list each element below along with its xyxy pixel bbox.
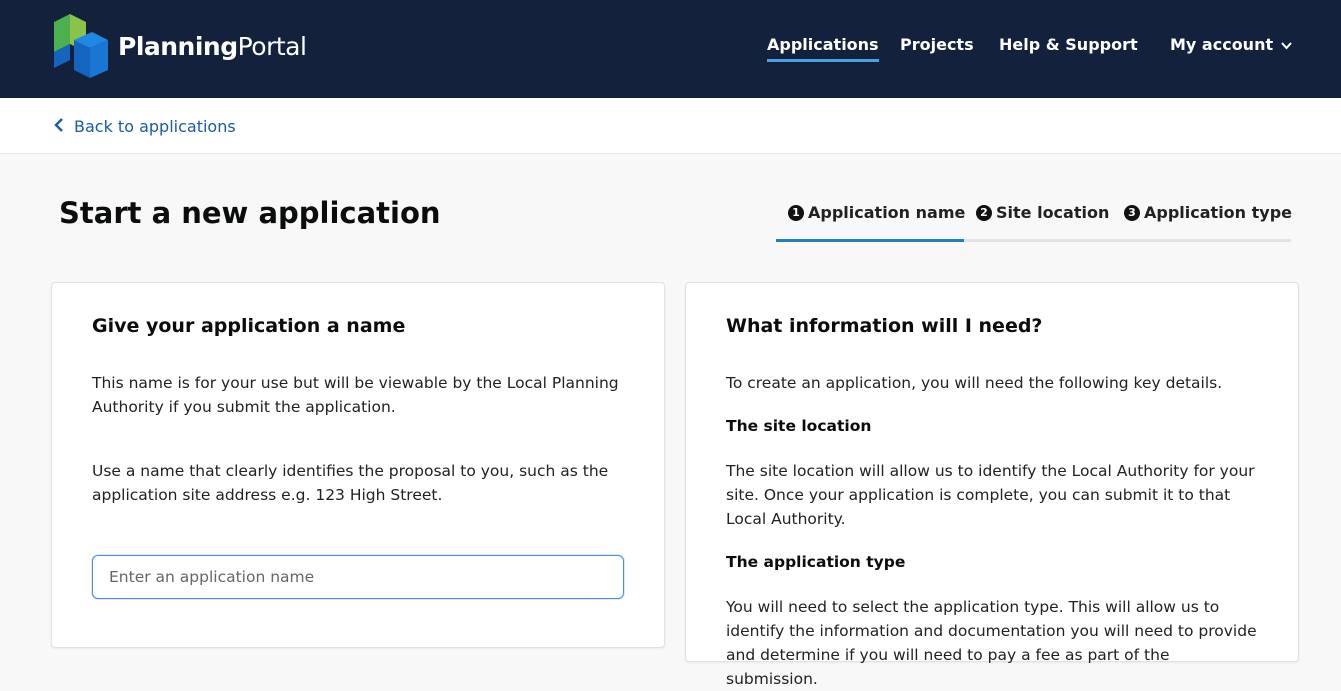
active-step-indicator xyxy=(776,239,964,242)
step-site-location[interactable]: 2 Site location xyxy=(976,203,1109,222)
main-nav: Applications Projects Help & Support My … xyxy=(0,0,1341,98)
name-explanation-text: This name is for your use but will be vi… xyxy=(92,374,619,416)
site-location-text: The site location will allow us to ident… xyxy=(726,462,1255,528)
step-label: Site location xyxy=(996,203,1110,222)
card-heading: Give your application a name xyxy=(92,315,406,337)
back-to-applications-link[interactable]: Back to applications xyxy=(54,116,236,137)
step-label: Application type xyxy=(1144,203,1293,222)
step-number-icon: 1 xyxy=(788,204,804,221)
step-label: Application name xyxy=(808,203,966,222)
back-bar: Back to applications xyxy=(0,98,1341,154)
application-name-input[interactable] xyxy=(92,555,624,599)
progress-steps: 1 Application name 2 Site location 3 App… xyxy=(776,200,1292,242)
application-type-text: You will need to select the application … xyxy=(726,598,1257,688)
step-application-name[interactable]: 1 Application name xyxy=(788,203,965,222)
name-guidance-text: Use a name that clearly identifies the p… xyxy=(92,462,609,504)
back-link-label: Back to applications xyxy=(74,117,236,136)
top-navigation-bar: PlanningPortal Applications Projects Hel… xyxy=(0,0,1341,98)
nav-applications[interactable]: Applications xyxy=(767,35,879,62)
nav-my-account-label: My account xyxy=(1170,35,1274,54)
site-location-heading: The site location xyxy=(726,417,872,435)
step-number-icon: 2 xyxy=(976,204,992,221)
nav-projects[interactable]: Projects xyxy=(900,35,974,54)
info-intro-text: To create an application, you will need … xyxy=(726,374,1223,392)
information-needed-card: What information will I need? To create … xyxy=(685,282,1299,688)
chevron-left-icon xyxy=(54,116,64,137)
nav-help-support[interactable]: Help & Support xyxy=(999,35,1138,54)
card-heading: What information will I need? xyxy=(726,315,1043,337)
page-title: Start a new application xyxy=(59,196,441,230)
chevron-down-icon xyxy=(1281,39,1292,53)
step-number-icon: 3 xyxy=(1124,204,1140,221)
nav-my-account[interactable]: My account xyxy=(1170,35,1292,54)
application-type-heading: The application type xyxy=(726,553,906,571)
application-name-card: Give your application a name This name i… xyxy=(51,282,665,648)
step-application-type[interactable]: 3 Application type xyxy=(1124,203,1292,222)
